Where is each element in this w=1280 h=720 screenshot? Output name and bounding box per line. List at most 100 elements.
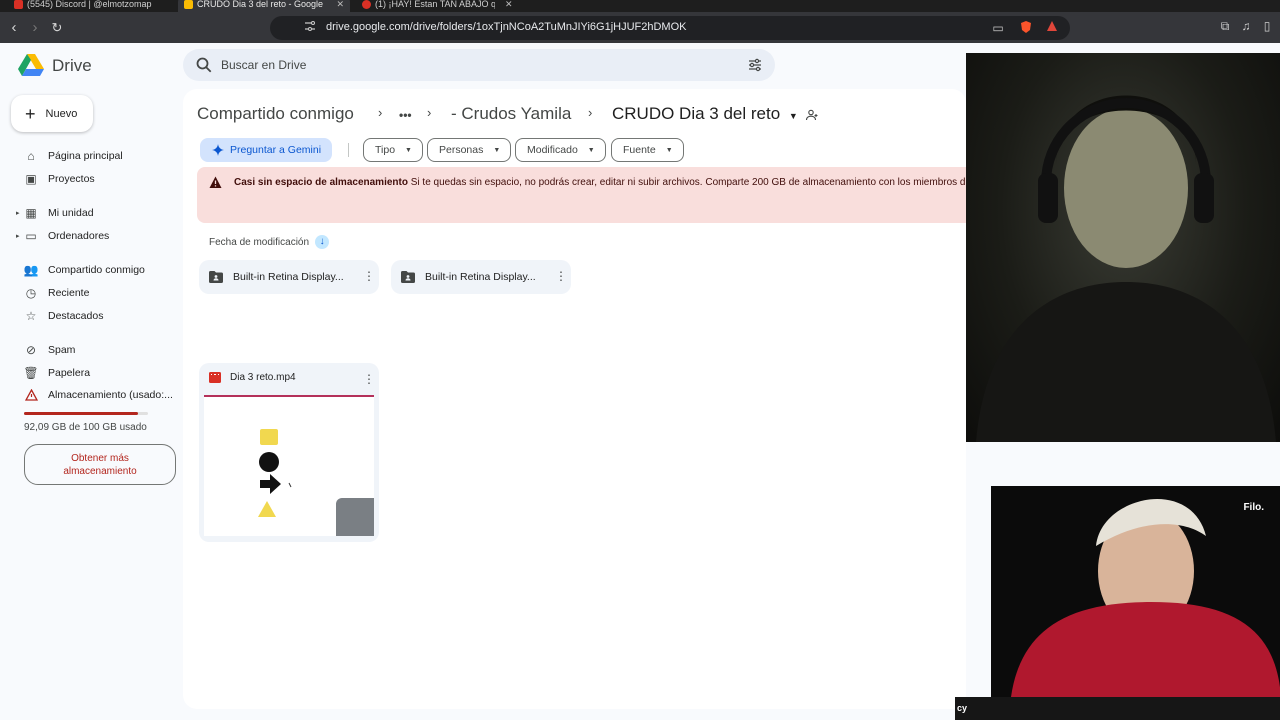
yellow-triangle <box>258 501 276 517</box>
more-options-icon[interactable]: ⋮ <box>363 372 375 386</box>
sidebar-item-label: Compartido conmigo <box>48 264 145 276</box>
brave-shield-icon[interactable] <box>1018 20 1034 36</box>
storage-progress-fill <box>24 412 139 415</box>
my-drive-icon: ▦ <box>25 206 37 220</box>
caret-down-icon: ▼ <box>493 146 501 154</box>
sidebar-icon[interactable]: ▯ <box>1259 18 1275 34</box>
search-icon[interactable] <box>195 56 213 74</box>
filter-people-chip[interactable]: Personas ▼ <box>427 138 512 162</box>
file-card[interactable]: Dia 3 reto.mp4 ⋮ <box>199 363 379 542</box>
browser-toolbar: ‹ › ↻ drive.google.com/drive/folders/1ox… <box>0 12 1280 43</box>
projects-icon: ▣ <box>25 172 37 186</box>
tab-youtube[interactable]: (1) ¡HAY! Estan TAN ABAJO que ✕ <box>356 0 524 12</box>
ask-gemini-button[interactable]: Preguntar a Gemini <box>200 138 332 162</box>
warning-text: Casi sin espacio de almacenamiento Si te… <box>234 177 965 188</box>
reload-icon[interactable]: ↻ <box>48 19 66 37</box>
filter-label: Personas <box>439 144 484 156</box>
shared-people-icon <box>805 109 818 121</box>
filter-source-chip[interactable]: Fuente ▼ <box>611 138 684 162</box>
sidebar-item-projects[interactable]: ▣ Proyectos <box>18 169 94 189</box>
home-icon: ⌂ <box>27 149 35 163</box>
folder-name: Built-in Retina Display... <box>425 271 536 283</box>
spam-icon: ⊘ <box>25 343 37 357</box>
chevron-right-icon: › <box>588 105 593 120</box>
caret-down-icon: ▼ <box>665 146 673 154</box>
video-thumbnail[interactable] <box>204 395 374 536</box>
sidebar-item-home[interactable]: ⌂ Página principal <box>18 146 123 166</box>
cast-icon[interactable]: ▭ <box>990 20 1006 36</box>
caret-down-icon: ▼ <box>405 146 412 154</box>
webcam-overlay <box>966 53 1280 442</box>
sidebar-item-spam[interactable]: ⊘ Spam <box>18 340 75 360</box>
screen: (5545) Discord | @elmotzomap CRUDO Dia 3… <box>0 0 1280 720</box>
browser-tab-strip: (5545) Discord | @elmotzomap CRUDO Dia 3… <box>0 0 1280 12</box>
breadcrumb-current[interactable]: CRUDO Dia 3 del reto ▼ <box>612 104 798 124</box>
sidebar-item-recent[interactable]: ◷ Reciente <box>18 283 90 303</box>
more-options-icon[interactable]: ⋮ <box>363 269 375 283</box>
filter-label: Fuente <box>623 144 656 156</box>
tab-discord[interactable]: (5545) Discord | @elmotzomap <box>8 0 173 12</box>
sort-control[interactable]: Fecha de modificación ↓ <box>209 235 330 249</box>
clock-icon: ◷ <box>25 286 37 300</box>
search-input[interactable] <box>221 56 721 74</box>
warning-icon <box>24 388 38 402</box>
storage-progress-bar <box>24 412 148 415</box>
new-button[interactable]: + Nuevo <box>11 95 93 132</box>
main-content: Compartido conmigo › ••• › - Crudos Yami… <box>183 89 966 709</box>
filter-type-chip[interactable]: Tipo ▼ <box>363 138 423 162</box>
folder-item[interactable]: Built-in Retina Display... ⋮ <box>391 260 571 294</box>
yellow-square <box>260 429 278 445</box>
divider <box>348 143 349 157</box>
url-text: drive.google.com/drive/folders/1oxTjnNCo… <box>326 21 687 33</box>
person-silhouette <box>1011 498 1280 697</box>
sidebar-item-label: Almacenamiento (usado:... <box>48 389 173 401</box>
close-tab-icon[interactable]: ✕ <box>336 0 344 10</box>
arrow-down-icon[interactable]: ↓ <box>315 235 330 249</box>
brave-rewards-icon[interactable] <box>1044 20 1060 36</box>
expand-caret-icon[interactable]: ▸ <box>16 209 20 217</box>
youtube-icon <box>14 0 23 9</box>
sidebar-item-label: Reciente <box>48 287 90 299</box>
sidebar-item-trash[interactable]: 🗑 Papelera <box>18 363 90 383</box>
close-tab-icon[interactable]: ✕ <box>505 0 513 10</box>
address-bar[interactable]: drive.google.com/drive/folders/1oxTjnNCo… <box>270 16 1070 40</box>
sidebar-item-my-drive[interactable]: ▸ ▦ Mi unidad <box>16 203 94 223</box>
media-icon[interactable]: ♫ <box>1238 18 1254 34</box>
plus-icon: + <box>25 103 36 124</box>
breadcrumb-more-button[interactable]: ••• <box>399 108 412 122</box>
expand-caret-icon[interactable]: ▸ <box>16 232 20 240</box>
tab-drive[interactable]: CRUDO Dia 3 del reto - Google Drive ✕ <box>178 0 350 12</box>
get-more-storage-button[interactable]: Obtener más almacenamiento <box>24 444 176 485</box>
channel-logo: Filo. <box>1243 502 1264 513</box>
tab-title: (1) ¡HAY! Estan TAN ABAJO que <box>375 0 495 9</box>
folder-item[interactable]: Built-in Retina Display... ⋮ <box>199 260 379 294</box>
filter-label: Modificado <box>527 144 578 156</box>
back-icon[interactable]: ‹ <box>5 19 23 37</box>
star-icon: ☆ <box>25 309 37 323</box>
sidebar-item-starred[interactable]: ☆ Destacados <box>18 306 104 326</box>
more-options-icon[interactable]: ⋮ <box>555 269 567 283</box>
storage-usage-text: 92,09 GB de 100 GB usado <box>24 422 147 433</box>
extensions-icon[interactable]: ⧉ <box>1217 18 1233 34</box>
trash-icon: 🗑 <box>23 366 39 380</box>
filter-modified-chip[interactable]: Modificado ▼ <box>515 138 606 162</box>
sidebar-item-shared[interactable]: 👥 Compartido conmigo <box>18 260 145 280</box>
video-overlay: Filo. <box>991 486 1280 697</box>
gemini-sparkle-icon <box>212 144 224 156</box>
forward-icon[interactable]: › <box>26 19 44 37</box>
sidebar-item-label: Spam <box>48 344 76 356</box>
chevron-right-icon: › <box>427 105 432 120</box>
storage-warning-banner: Casi sin espacio de almacenamiento Si te… <box>197 167 966 223</box>
black-circle <box>259 452 279 472</box>
breadcrumb-root[interactable]: Compartido conmigo <box>197 104 354 124</box>
search-options-icon[interactable] <box>747 57 763 73</box>
search-bar[interactable] <box>183 49 775 81</box>
site-settings-icon[interactable] <box>302 20 318 36</box>
sidebar-item-computers[interactable]: ▸ ▭ Ordenadores <box>16 226 109 246</box>
shared-folder-icon <box>401 271 415 283</box>
youtube-icon <box>362 0 371 9</box>
black-arrow <box>260 474 281 494</box>
sidebar-item-storage[interactable]: Almacenamiento (usado:... <box>18 385 173 405</box>
sidebar-item-label: Página principal <box>48 150 123 162</box>
breadcrumb-parent[interactable]: - Crudos Yamila <box>451 104 571 124</box>
